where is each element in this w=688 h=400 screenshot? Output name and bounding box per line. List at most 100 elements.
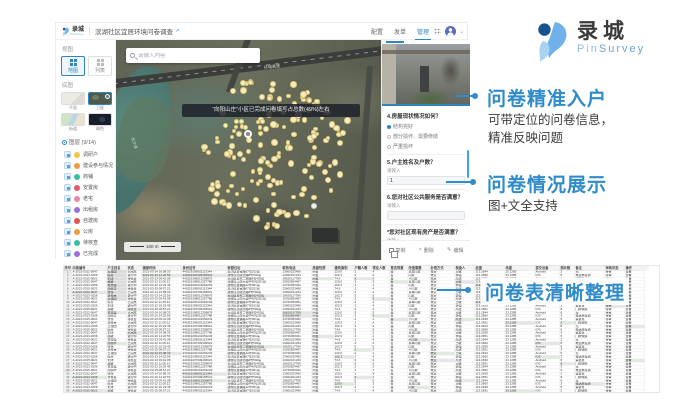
layer-row[interactable]: 已完成 xyxy=(56,248,115,259)
layer-row[interactable]: 商铺 xyxy=(56,171,115,182)
external-link-icon[interactable]: ↗ xyxy=(175,28,179,34)
annotation-title-1: 问卷精准入户 xyxy=(487,84,607,111)
search-icon xyxy=(130,53,135,58)
collapse-icon xyxy=(62,140,67,145)
slide: 录城 PinSurvey 滨湖社区宜居环境问卷调查 ↗ 配置 发单 管理 ⌄ 视… xyxy=(0,0,688,400)
basemap-thumb-satellite[interactable]: 卫星 xyxy=(88,92,112,111)
map-search-input[interactable] xyxy=(138,53,248,59)
layer-row[interactable]: 公房 xyxy=(56,226,115,237)
radio-option[interactable]: 结构完好 xyxy=(387,123,465,130)
edit-button[interactable]: ✎编辑 xyxy=(447,247,464,254)
map-scale: 100 m xyxy=(124,242,181,252)
nav-item-config[interactable]: 配置 xyxy=(371,27,383,36)
radio-icon xyxy=(387,125,391,129)
layer-label: 老宅 xyxy=(83,195,93,202)
layer-icon xyxy=(64,206,71,213)
edit-icon: ✎ xyxy=(447,248,452,254)
delete-button[interactable]: ×删除 xyxy=(419,247,434,254)
user-avatar[interactable] xyxy=(445,26,456,37)
toggle-list-view[interactable]: 列表 xyxy=(88,56,112,76)
layer-icon xyxy=(64,162,71,169)
project-title: 滨湖社区宜居环境问卷调查 xyxy=(95,26,173,36)
layer-icon xyxy=(64,217,71,224)
connector-dot-2 xyxy=(470,179,476,185)
layer-icon xyxy=(64,228,71,235)
table-cell: 113.2651 xyxy=(475,389,505,392)
layer-row[interactable]: 自建房 xyxy=(56,215,115,226)
table-cell: 23.1285 xyxy=(505,389,535,392)
nav-item-dispatch[interactable]: 发单 xyxy=(394,27,406,36)
sidebar: 视图 地图 列表 底图 平面 卫星 xyxy=(56,40,116,260)
table-cell: 查看 xyxy=(625,389,645,392)
active-tab-indicator xyxy=(386,41,404,43)
layer-label: 公房 xyxy=(83,228,93,235)
layer-row[interactable]: 安置房 xyxy=(56,182,115,193)
survey-panel: 4.房屋现状情况如何？ 结构完好 部分损坏、需要修缮 严重损坏 5.户主姓名及户… xyxy=(381,40,469,260)
layer-label: 已完成 xyxy=(83,250,98,257)
layer-label: 自建房 xyxy=(83,217,98,224)
connector-line-2 xyxy=(446,181,472,183)
layer-icon xyxy=(64,195,71,202)
view-label: 视图 xyxy=(62,45,115,53)
radio-icon xyxy=(387,145,391,149)
layer-color-dot xyxy=(74,218,80,224)
text-input[interactable] xyxy=(387,211,465,220)
table-row[interactable]: 36A-2021-0315-0021赵敏待核查2021-03-15 08:57:… xyxy=(64,389,649,392)
copy-button[interactable]: 复制 xyxy=(389,247,406,254)
layers-title[interactable]: 图层 (9/14) xyxy=(62,138,115,146)
layer-label: 安置房 xyxy=(83,184,98,191)
map-view-icon xyxy=(70,59,77,66)
layer-color-dot xyxy=(74,152,80,158)
map-canvas[interactable]: 环城高速 金沙涌 “向阳山庄”小区已完成问卷填写占总数(49%)左右 100 m xyxy=(116,40,381,260)
header-divider xyxy=(89,27,90,35)
delete-icon: × xyxy=(419,248,422,254)
brand-name-en: PinSurvey xyxy=(577,43,645,56)
layer-color-dot xyxy=(74,207,80,213)
table-cell: 不同意 xyxy=(408,389,430,392)
map-tooltip: “向阳山庄”小区已完成问卷填写占总数(49%)左右 xyxy=(182,104,360,117)
brand-logo: 录城 PinSurvey xyxy=(534,20,645,62)
highlight-marker[interactable] xyxy=(244,130,252,138)
layer-icon xyxy=(64,184,71,191)
table-cell: 4 xyxy=(372,389,390,392)
layer-color-dot xyxy=(74,240,80,246)
nav-item-manage[interactable]: 管理 xyxy=(417,27,429,36)
table-cell: 门牌缺失 xyxy=(575,389,605,392)
copy-icon xyxy=(389,248,394,253)
layer-label: 调研户 xyxy=(83,151,98,158)
table-cell: 待核查 xyxy=(127,389,142,392)
basemap-thumb-street[interactable]: 街道 xyxy=(61,113,85,132)
connector-line-3 xyxy=(437,289,467,291)
layer-row[interactable]: 老宅 xyxy=(56,193,115,204)
table-cell: iOS xyxy=(535,389,560,392)
layer-label: 待核查 xyxy=(83,239,98,246)
toggle-map-view[interactable]: 地图 xyxy=(61,56,85,76)
table-cell: 周洁 xyxy=(455,389,475,392)
chevron-down-icon[interactable]: ⌄ xyxy=(459,28,464,35)
table-cell: 36 xyxy=(64,389,72,392)
white-marker[interactable] xyxy=(311,203,317,209)
radio-option[interactable]: 严重损坏 xyxy=(387,143,465,150)
layer-row[interactable]: 出租房 xyxy=(56,204,115,215)
panel-scrollbar[interactable] xyxy=(467,150,469,178)
connector-dot-1 xyxy=(472,93,478,99)
question-label: 5.户主姓名及户数？ xyxy=(387,158,465,166)
app-nav: 配置 发单 管理 xyxy=(371,23,429,40)
annotation-title-2: 问卷情况展示 xyxy=(487,170,607,197)
layer-row[interactable]: 建设参与情况 xyxy=(56,160,115,171)
brand-name-cn: 录城 xyxy=(577,20,645,43)
apps-grid-icon[interactable] xyxy=(434,28,441,35)
radio-option[interactable]: 部分损坏、需要修缮 xyxy=(387,133,465,140)
layer-row[interactable]: 调研户 xyxy=(56,149,115,160)
basemap-label: 底图 xyxy=(62,81,115,89)
layer-label: 建设参与情况 xyxy=(83,162,113,169)
radio-icon xyxy=(387,135,391,139)
basemap-thumb-dark[interactable]: 暗色 xyxy=(88,113,112,132)
marker-cluster[interactable] xyxy=(116,40,381,260)
selected-check-icon xyxy=(105,94,110,99)
layer-color-dot xyxy=(74,174,80,180)
layer-row[interactable]: 待核查 xyxy=(56,237,115,248)
table-cell: A-2021-0315-0021 xyxy=(72,389,107,392)
question-label: 4.房屋现状情况如何？ xyxy=(387,112,465,120)
basemap-thumb-plain[interactable]: 平面 xyxy=(61,92,85,111)
